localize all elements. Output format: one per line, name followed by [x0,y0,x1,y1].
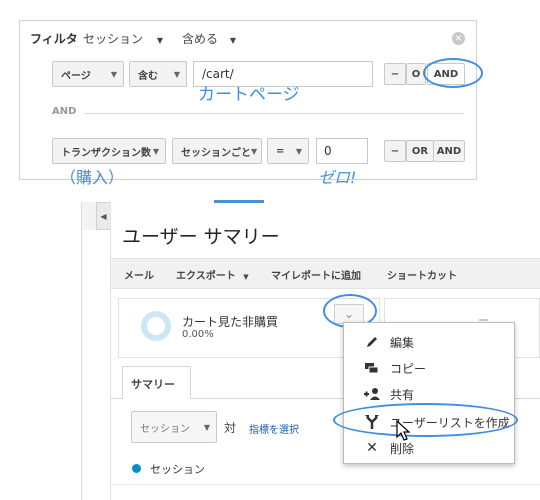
or-button[interactable]: OR [406,140,434,162]
segment-percent: 0.00% [182,329,214,340]
segment-donut-icon [141,311,171,341]
chevron-down-icon: ▼ [156,36,163,45]
chevron-down-icon: ▼ [229,36,236,45]
dimension-label: ページ [61,70,91,82]
metric-dropdown[interactable]: セッション ▼ [131,411,217,443]
scope-dropdown[interactable]: セッション ▼ [83,30,163,47]
mouse-pointer-icon [396,420,411,441]
scope-label: セッション [83,32,144,46]
mode-dropdown[interactable]: 含める ▼ [182,30,236,47]
metric-dropdown-label: セッション [140,423,190,435]
purchase-annotation: （購入） [60,168,125,187]
chevron-down-icon: ▼ [173,69,180,79]
pencil-icon [362,333,382,351]
segment-name: カート見た非購買 [182,315,279,329]
chevron-down-icon: ▼ [295,146,302,156]
email-button[interactable]: メール [124,267,154,282]
chevron-down-icon: ▼ [203,422,210,432]
mode-label: 含める [182,32,219,46]
legend-label: セッション [150,463,205,476]
chevron-left-icon: ◀ [100,211,107,221]
menu-item-copy[interactable]: コピー [344,355,514,381]
sidebar-divider [110,202,111,500]
per-scope-select[interactable]: セッションごと ▼ [172,138,262,164]
or-label: O [411,68,421,80]
minus-icon: − [390,145,400,157]
close-icon[interactable]: × [452,32,465,45]
chevron-down-icon: ▼ [110,69,117,79]
menu-item-edit-label: 編集 [390,335,415,350]
metric-select[interactable]: トランザクション数 ▼ [52,138,166,164]
and-label: AND [436,145,462,157]
threshold-input[interactable]: 0 [316,138,368,164]
remove-row-button[interactable]: − [384,140,406,162]
value-text: /cart/ [202,67,234,81]
collapse-sidebar-button[interactable]: ◀ [96,202,111,230]
metric-label: トランザクション数 [61,147,151,159]
chevron-down-icon: ▼ [251,146,258,156]
and-divider-label: AND [52,106,77,117]
add-to-dashboard-button[interactable]: マイレポートに追加 [271,267,361,282]
per-scope-label: セッションごと [181,147,251,159]
menu-item-delete[interactable]: ✕ 削除 [344,435,514,461]
add-person-icon [362,385,382,403]
filter-title: フィルタ [30,32,78,46]
nav-strip [82,202,96,230]
operator-select[interactable]: = ▼ [267,138,309,164]
choose-metric-link[interactable]: 指標を選択 [249,421,299,436]
threshold-text: 0 [324,144,332,158]
chevron-down-icon: ▼ [243,273,249,281]
tab-summary[interactable]: サマリー [122,366,191,399]
export-label: エクスポート [176,271,236,282]
chevron-down-icon: ▼ [152,146,159,156]
and-highlight-ring [423,58,483,88]
report-frame-edge [81,202,82,500]
zero-annotation: ゼロ! [318,168,357,187]
condition-select[interactable]: 含む ▼ [129,61,187,87]
menu-item-delete-label: 削除 [390,441,415,456]
or-label: OR [411,145,429,157]
report-bottom-line [111,484,540,485]
export-button[interactable]: エクスポート ▼ [176,267,249,282]
menu-item-copy-label: コピー [390,361,427,376]
segment-context-menu: 編集 コピー 共有 ユーザーリストを作成 ✕ 削除 [343,322,515,464]
copy-icon [362,359,382,377]
menu-item-edit[interactable]: 編集 [344,329,514,355]
cart-page-annotation: カートページ [198,85,300,105]
condition-label: 含む [138,70,158,82]
menu-item-share-label: 共有 [390,387,415,402]
close-icon: ✕ [366,440,378,456]
create-user-list-highlight-ring [333,403,518,437]
shortcut-button[interactable]: ショートカット [387,267,457,282]
divider-line [84,113,464,114]
active-tab-indicator [214,200,264,203]
and-button[interactable]: AND [433,140,465,162]
legend-dot [132,464,141,473]
page-title: ユーザー サマリー [122,226,280,248]
vs-label: 対 [224,421,237,435]
dimension-select[interactable]: ページ ▼ [52,61,124,87]
minus-icon: − [390,68,400,80]
operator-label: = [276,145,285,157]
tab-summary-label: サマリー [131,378,175,391]
remove-row-button[interactable]: − [384,63,406,85]
